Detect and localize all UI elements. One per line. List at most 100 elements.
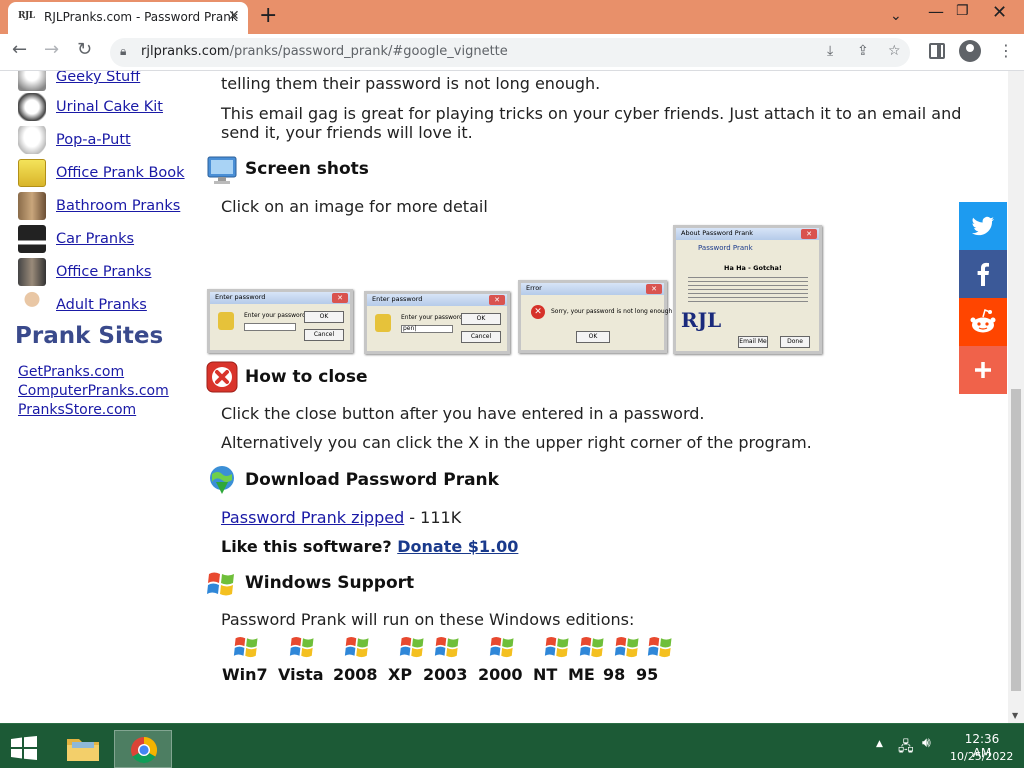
sidebar-link[interactable]: Pop-a-Putt <box>56 132 131 148</box>
share-twitter-button[interactable] <box>959 202 1007 250</box>
sidebar-link[interactable]: Adult Pranks <box>56 297 147 313</box>
site-link-computerpranks[interactable]: ComputerPranks.com <box>18 383 169 399</box>
download-line: Password Prank zipped - 111K <box>221 508 461 527</box>
screenshot-titlebar: Enter password ✕ <box>367 294 507 306</box>
donate-line: Like this software? Donate $1.00 <box>221 537 518 556</box>
sidebar-link[interactable]: Geeky Stuff <box>56 71 140 85</box>
url-text[interactable]: rjlpranks.com/pranks/password_prank/#goo… <box>141 44 508 59</box>
volume-icon[interactable]: 🔊︎ <box>922 735 931 751</box>
address-bar[interactable]: 🔒︎ rjlpranks.com/pranks/password_prank/#… <box>110 38 910 67</box>
browser-toolbar: ← → ↻ 🔒︎ rjlpranks.com/pranks/password_p… <box>0 34 1024 71</box>
network-icon[interactable]: 🖧 <box>898 736 914 760</box>
site-link-getpranks[interactable]: GetPranks.com <box>18 364 124 380</box>
windows-taskbar: ▲ 🖧 🔊︎ 12:36 AM 10/25/2022 <box>0 723 1024 768</box>
plus-icon <box>959 346 1007 394</box>
error-icon: ✕ <box>531 305 545 319</box>
screenshot-email-button: Email Me <box>738 336 768 348</box>
new-tab-button[interactable]: + <box>259 4 277 28</box>
file-explorer-taskbar-button[interactable] <box>54 730 112 768</box>
chrome-taskbar-button[interactable] <box>114 730 172 768</box>
clock-date[interactable]: 10/25/2022 <box>950 750 1013 763</box>
scroll-down-arrow-icon[interactable]: ▼ <box>1012 711 1018 720</box>
bathroom-pranks-thumbnail <box>18 192 46 220</box>
windows-edition-label: NT <box>533 665 558 684</box>
windows-edition-label: 95 <box>636 665 659 684</box>
windows-flag-icon <box>647 636 672 658</box>
share-more-button[interactable] <box>959 346 1007 394</box>
sidebar-link[interactable]: Office Prank Book <box>56 165 185 181</box>
windows-flag-icon <box>233 636 258 658</box>
how-to-close-title: How to close <box>245 367 368 387</box>
prank-sites-heading: Prank Sites <box>15 323 164 349</box>
back-arrow-icon[interactable]: ← <box>12 39 27 60</box>
close-icon: ✕ <box>801 229 817 239</box>
page-scrollbar[interactable]: ▼ <box>1008 71 1024 723</box>
scrollbar-thumb[interactable] <box>1011 389 1021 691</box>
screenshot-enter-password-typed[interactable]: Enter password ✕ Enter your password pen|… <box>364 291 510 354</box>
screenshot-input <box>244 323 296 331</box>
screenshot-heading: Ha Ha - Gotcha! <box>724 264 782 272</box>
download-blocked-icon[interactable]: ⤓ <box>827 43 833 59</box>
restore-icon[interactable]: ❐ <box>956 3 969 19</box>
tab-close-icon[interactable]: ✕ <box>228 8 240 24</box>
share-facebook-button[interactable] <box>959 250 1007 298</box>
download-size: - 111K <box>404 508 462 527</box>
monitor-icon <box>207 156 237 184</box>
email-paragraph-line-2: send it, your friends will love it. <box>221 123 473 142</box>
close-icon: ✕ <box>332 293 348 303</box>
folder-icon <box>67 739 99 761</box>
side-panel-icon[interactable] <box>929 43 945 59</box>
profile-avatar-icon[interactable] <box>959 40 981 62</box>
forward-arrow-icon[interactable]: → <box>44 39 59 60</box>
windows-edition-label: Win7 <box>222 665 268 684</box>
tab-strip: RJL RJLPranks.com - Password Prank ✕ + ⌄… <box>0 0 1024 34</box>
windows-start-icon[interactable] <box>10 736 38 760</box>
download-globe-icon <box>210 466 234 494</box>
reload-icon[interactable]: ↻ <box>77 39 92 60</box>
tab-search-chevron-down-icon[interactable]: ⌄ <box>890 8 902 24</box>
close-icon: ✕ <box>489 295 505 305</box>
download-zip-link[interactable]: Password Prank zipped <box>221 508 404 527</box>
screenshot-about-dialog[interactable]: About Password Prank ✕ Password Prank Ha … <box>673 225 822 354</box>
office-pranks-thumbnail <box>18 258 46 286</box>
kebab-menu-icon[interactable]: ⋮ <box>998 41 1014 60</box>
windows-flag-icon <box>344 636 369 658</box>
screenshot-ok: OK <box>576 331 610 343</box>
close-window-icon[interactable]: ✕ <box>992 2 1007 23</box>
windows-edition-label: 98 <box>603 665 626 684</box>
windows-intro: Password Prank will run on these Windows… <box>221 610 635 629</box>
close-icon: ✕ <box>646 284 662 294</box>
rjl-logo: RJL <box>681 308 722 332</box>
bookmark-star-icon[interactable]: ☆ <box>888 43 901 59</box>
lock-icon[interactable]: 🔒︎ <box>120 44 126 59</box>
windows-flag-icon <box>579 636 604 658</box>
screenshot-title: Enter password <box>372 295 423 303</box>
windows-edition-label: ME <box>568 665 595 684</box>
screenshots-hint: Click on an image for more detail <box>221 197 488 216</box>
screenshot-input: pen| <box>401 325 453 333</box>
pop-a-putt-thumbnail <box>18 126 46 154</box>
windows-edition-label: XP <box>388 665 413 684</box>
sidebar-link[interactable]: Office Pranks <box>56 264 151 280</box>
sidebar-link[interactable]: Bathroom Pranks <box>56 198 180 214</box>
screenshot-text-block <box>688 274 808 304</box>
share-reddit-button[interactable] <box>959 298 1007 346</box>
site-link-pranksstore[interactable]: PranksStore.com <box>18 402 136 418</box>
donate-link[interactable]: Donate $1.00 <box>397 537 518 556</box>
tab-title: RJLPranks.com - Password Prank <box>44 10 238 24</box>
windows-edition-label: Vista <box>278 665 324 684</box>
screenshot-cancel: Cancel <box>304 329 344 341</box>
sidebar-link[interactable]: Urinal Cake Kit <box>56 99 163 115</box>
active-tab[interactable]: RJL RJLPranks.com - Password Prank ✕ <box>8 2 248 34</box>
minimize-icon[interactable]: — <box>928 2 944 21</box>
tray-show-hidden-icon[interactable]: ▲ <box>876 739 883 749</box>
screenshot-app-name: Password Prank <box>698 244 753 252</box>
screenshot-cancel: Cancel <box>461 331 501 343</box>
close-x-icon <box>206 361 238 393</box>
url-host: rjlpranks.com <box>141 44 230 59</box>
screenshot-enter-password-empty[interactable]: Enter password ✕ Enter your password OK C… <box>207 289 353 353</box>
screenshot-title: Enter password <box>215 293 266 301</box>
sidebar-link[interactable]: Car Pranks <box>56 231 134 247</box>
share-icon[interactable]: ⇪ <box>857 43 869 59</box>
screenshot-error-too-short[interactable]: Error ✕ ✕ Sorry, your password is not lon… <box>518 280 674 353</box>
